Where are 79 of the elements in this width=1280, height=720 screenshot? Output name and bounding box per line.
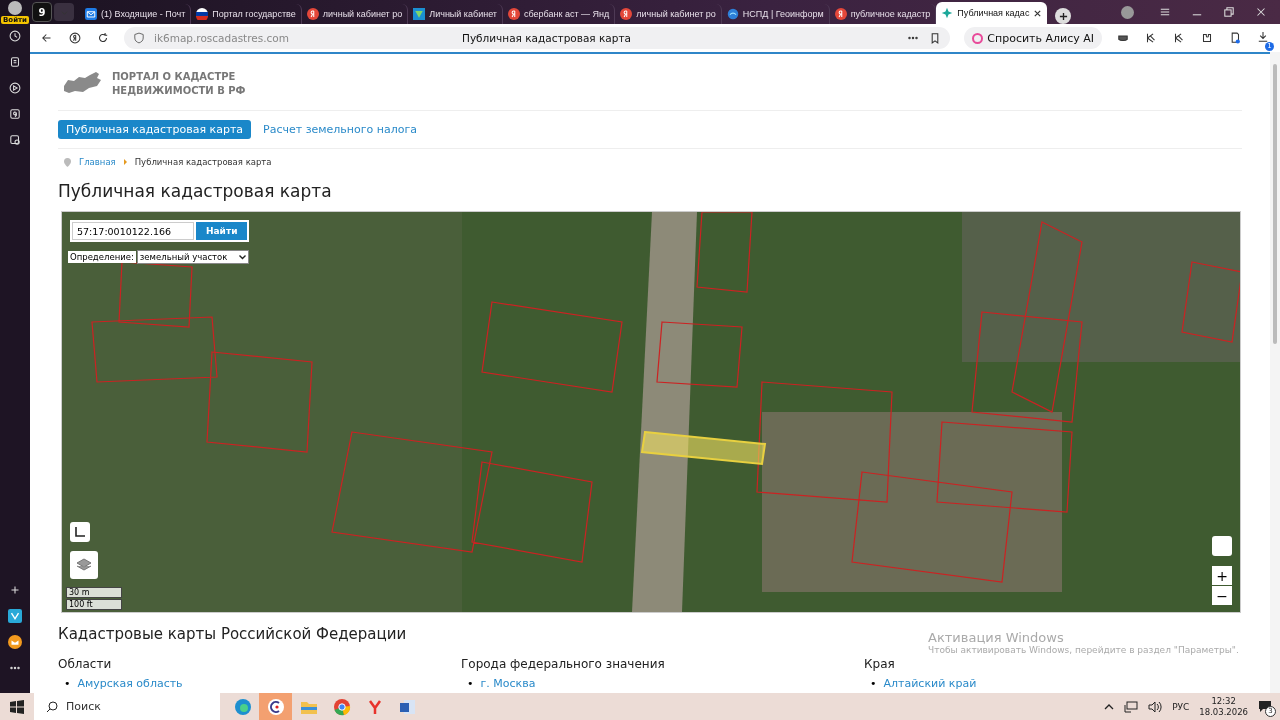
clock[interactable]: 12:32 18.03.2026 bbox=[1199, 695, 1248, 718]
region-link[interactable]: Амурская область bbox=[77, 677, 183, 690]
letter-y-icon bbox=[620, 8, 633, 20]
bullet: • bbox=[870, 677, 877, 690]
letter-y-icon bbox=[508, 8, 520, 20]
page-heading: Публичная кадастровая карта bbox=[58, 181, 333, 201]
k-logo-icon[interactable] bbox=[1144, 31, 1158, 45]
plus-icon bbox=[1058, 11, 1068, 21]
search-icon bbox=[46, 700, 58, 713]
taskbar-search-field[interactable]: Поиск bbox=[34, 693, 220, 720]
document-icon[interactable] bbox=[398, 697, 417, 716]
column-heading: Города федерального значения bbox=[461, 657, 666, 671]
globe-icon bbox=[726, 8, 739, 20]
envelope-icon bbox=[85, 8, 97, 20]
scale-label: 100 ft bbox=[66, 599, 122, 610]
bullet: • bbox=[64, 677, 71, 690]
c-logo-icon[interactable] bbox=[266, 697, 285, 716]
column-heading: Края bbox=[864, 657, 896, 671]
windows-icon[interactable] bbox=[10, 699, 24, 714]
nav-tab[interactable]: Публичная кадастровая карта bbox=[58, 120, 252, 139]
find-button[interactable]: Найти bbox=[196, 222, 248, 240]
region-link[interactable]: Алтайский край bbox=[883, 677, 977, 690]
breadcrumb-current: Публичная кадастровая карта bbox=[134, 157, 272, 167]
scale-label: 30 m bbox=[66, 587, 122, 598]
browser-tab[interactable]: Публичная кадас bbox=[936, 2, 1048, 24]
close-icon[interactable] bbox=[1033, 8, 1043, 18]
ask-alice-button[interactable]: Спросить Алису AI bbox=[964, 27, 1102, 49]
letter-y-icon bbox=[834, 8, 847, 20]
notification-icon[interactable] bbox=[1258, 699, 1272, 712]
activation-text: Чтобы активировать Windows, перейдите в раздел "Параметры". bbox=[928, 645, 1239, 655]
caret-icon bbox=[123, 159, 127, 165]
pin-icon bbox=[64, 157, 71, 167]
app-icon[interactable] bbox=[8, 609, 22, 623]
ruler-icon bbox=[74, 526, 86, 538]
edge-icon[interactable] bbox=[233, 697, 252, 716]
language-indicator[interactable]: РУС bbox=[1172, 701, 1190, 712]
camera-icon[interactable] bbox=[8, 133, 22, 147]
restore-icon[interactable] bbox=[1222, 5, 1236, 19]
nav-tab[interactable]: Расчет земельного налога bbox=[255, 120, 425, 139]
new-tab-button[interactable] bbox=[1055, 8, 1072, 24]
play-icon[interactable] bbox=[8, 81, 22, 95]
chevron-up-icon[interactable] bbox=[1104, 702, 1115, 711]
region-link[interactable]: г. Москва bbox=[480, 677, 536, 690]
layers-button[interactable] bbox=[70, 551, 98, 579]
section-heading: Кадастровые карты Российской Федерации bbox=[58, 625, 407, 643]
back-icon[interactable] bbox=[40, 31, 54, 45]
zoom-in-button[interactable]: + bbox=[1212, 566, 1232, 585]
bullet: • bbox=[467, 677, 474, 690]
measure-button[interactable] bbox=[70, 522, 90, 542]
flag-icon bbox=[196, 8, 209, 20]
column-heading: Области bbox=[58, 657, 113, 671]
notes-icon[interactable] bbox=[8, 55, 22, 69]
speaker-icon[interactable] bbox=[1148, 700, 1163, 713]
zoom-out-button[interactable]: − bbox=[1212, 586, 1232, 605]
star-icon bbox=[941, 7, 954, 19]
avatar-icon[interactable] bbox=[8, 1, 22, 15]
ring-icon bbox=[972, 32, 984, 44]
square-nine-icon[interactable] bbox=[8, 107, 22, 121]
envelope-icon[interactable] bbox=[8, 635, 22, 649]
network-icon[interactable] bbox=[1124, 700, 1139, 713]
breadcrumb-link[interactable]: Главная bbox=[79, 157, 116, 167]
address-bar[interactable]: ik6map.roscadastres.com Публичная кадастровая карта bbox=[124, 27, 951, 49]
download-icon[interactable] bbox=[1256, 29, 1270, 44]
letter-y-icon bbox=[306, 8, 319, 20]
definition-label: Определение: bbox=[68, 251, 136, 263]
chevron-down-icon bbox=[239, 254, 247, 260]
layers-icon bbox=[76, 557, 92, 573]
activation-title: Активация Windows bbox=[928, 630, 1065, 645]
profile-icon[interactable] bbox=[1121, 5, 1134, 19]
reload-icon[interactable] bbox=[96, 31, 110, 45]
chrome-icon[interactable] bbox=[332, 697, 351, 716]
definition-select[interactable]: земельный участок bbox=[136, 250, 250, 264]
cadastral-search-field[interactable]: 57:17:0010122.166 bbox=[72, 222, 194, 240]
scrollbar-thumb[interactable] bbox=[1273, 64, 1277, 344]
yandex-icon[interactable] bbox=[68, 31, 82, 45]
clock-icon[interactable] bbox=[8, 29, 22, 43]
logo-text: ПОРТАЛ О КАДАСТРЕ НЕДВИЖИМОСТИ В РФ bbox=[112, 70, 246, 98]
k-logo-icon[interactable] bbox=[1172, 31, 1186, 45]
tab-counter[interactable]: 9 bbox=[32, 2, 52, 22]
